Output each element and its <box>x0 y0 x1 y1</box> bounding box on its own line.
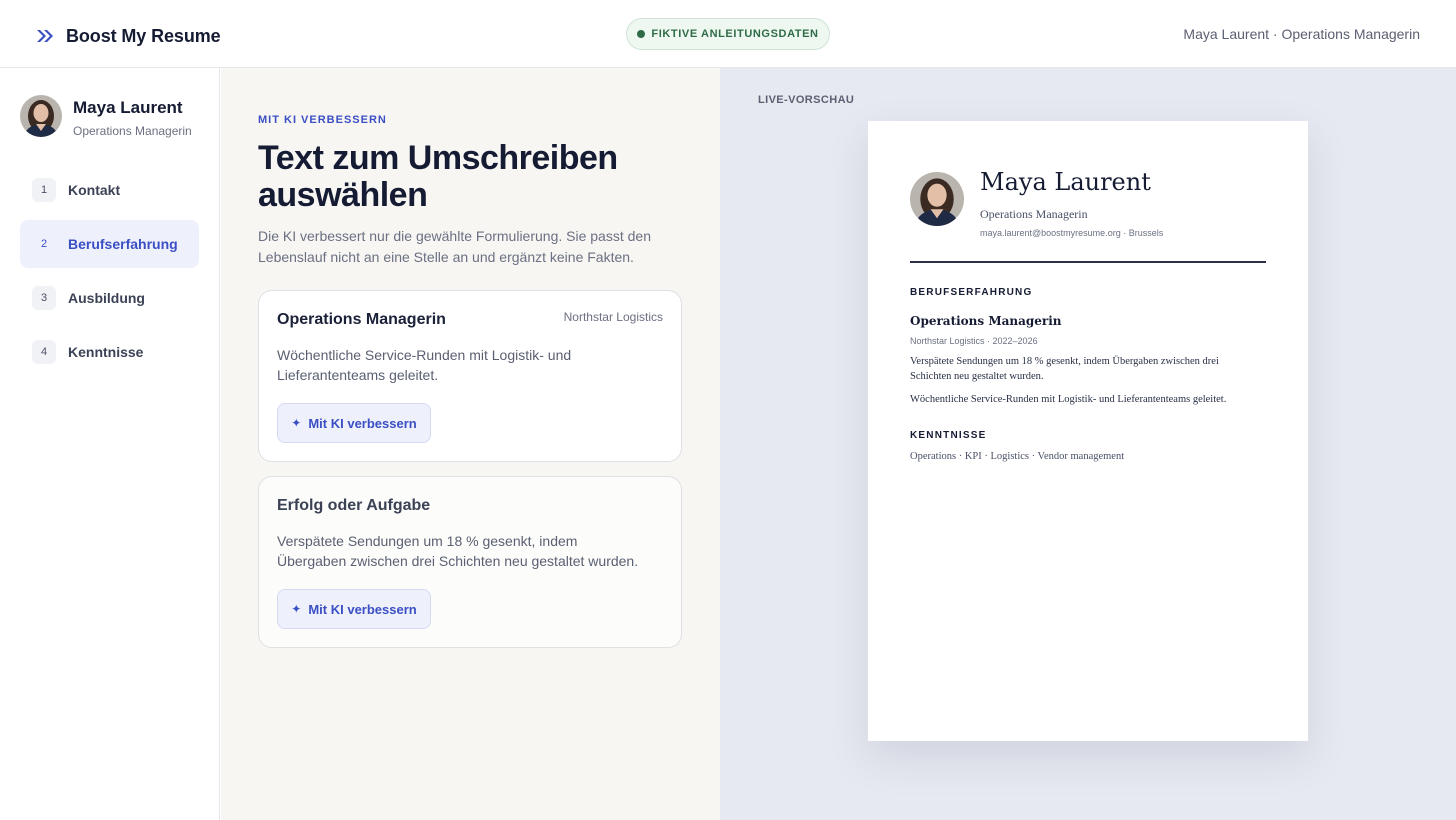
improve-with-ai-button[interactable]: ✦ Mit KI verbessern <box>277 589 431 629</box>
current-user: Maya Laurent · Operations Managerin <box>1183 26 1420 42</box>
step-number: 3 <box>32 286 56 310</box>
brand[interactable]: Boost My Resume <box>36 22 221 50</box>
step-ausbildung[interactable]: 3 Ausbildung <box>20 274 199 322</box>
preview-label: LIVE-VORSCHAU <box>758 94 855 106</box>
step-label: Kontakt <box>68 182 121 198</box>
resume-job-meta: Northstar Logistics · 2022–2026 <box>910 336 1038 346</box>
step-label: Kenntnisse <box>68 344 144 360</box>
resume-bullet: Wöchentliche Service-Runden mit Logistik… <box>910 394 1227 405</box>
step-number: 1 <box>32 178 56 202</box>
card-title: Operations Managerin <box>277 311 446 328</box>
brand-name: Boost My Resume <box>66 25 221 46</box>
text-card-role[interactable]: Operations Managerin Northstar Logistics… <box>258 290 682 462</box>
resume-preview: Maya Laurent Operations Managerin maya.l… <box>868 121 1308 741</box>
step-label: Berufserfahrung <box>68 236 178 252</box>
top-bar: Boost My Resume FIKTIVE ANLEITUNGSDATEN … <box>0 0 1456 68</box>
resume-name: Maya Laurent <box>980 168 1151 196</box>
sparkle-icon: ✦ <box>291 416 302 430</box>
improve-with-ai-button[interactable]: ✦ Mit KI verbessern <box>277 403 431 443</box>
step-nav: 1 Kontakt 2 Berufserfahrung 3 Ausbildung… <box>20 166 199 382</box>
double-chevron-right-icon <box>36 22 54 50</box>
resume-section-skills: KENNTNISSE <box>910 430 987 441</box>
section-eyebrow: MIT KI VERBESSERN <box>258 114 387 126</box>
card-text: Verspätete Sendungen um 18 % gesenkt, in… <box>277 533 639 569</box>
page-description: Die KI verbessert nur die gewählte Formu… <box>258 228 651 265</box>
live-preview-panel: LIVE-VORSCHAU Maya Laurent Operations Ma… <box>720 68 1456 820</box>
step-berufserfahrung[interactable]: 2 Berufserfahrung <box>20 220 199 268</box>
card-company: Northstar Logistics <box>563 310 663 324</box>
step-number: 4 <box>32 340 56 364</box>
sidebar: Maya Laurent Operations Managerin 1 Kont… <box>0 68 220 820</box>
button-label: Mit KI verbessern <box>308 415 417 431</box>
avatar <box>20 95 62 137</box>
card-text: Wöchentliche Service-Runden mit Logistik… <box>277 347 572 383</box>
step-number: 2 <box>32 232 56 256</box>
page-title: Text zum Umschreiben auswählen <box>258 139 618 214</box>
card-title: Erfolg oder Aufgabe <box>277 497 431 514</box>
status-dot-icon <box>637 30 646 38</box>
resume-skills: Operations · KPI · Logistics · Vendor ma… <box>910 451 1125 462</box>
resume-role: Operations Managerin <box>980 207 1088 221</box>
profile-name: Maya Laurent <box>73 98 183 117</box>
resume-contact: maya.laurent@boostmyresume.org · Brussel… <box>980 228 1164 238</box>
step-kenntnisse[interactable]: 4 Kenntnisse <box>20 328 199 376</box>
button-label: Mit KI verbessern <box>308 601 417 617</box>
profile-role: Operations Managerin <box>73 124 192 138</box>
demo-data-label: FIKTIVE ANLEITUNGSDATEN <box>651 28 819 40</box>
resume-divider <box>910 261 1266 263</box>
step-label: Ausbildung <box>68 290 145 306</box>
text-card-achievement[interactable]: Erfolg oder Aufgabe Verspätete Sendungen… <box>258 476 682 648</box>
step-kontakt[interactable]: 1 Kontakt <box>20 166 199 214</box>
sparkle-icon: ✦ <box>291 602 302 616</box>
editor-panel: MIT KI VERBESSERN Text zum Umschreiben a… <box>221 68 720 820</box>
resume-avatar <box>910 172 964 226</box>
resume-section-experience: BERUFSERFAHRUNG <box>910 287 1033 298</box>
demo-data-badge: FIKTIVE ANLEITUNGSDATEN <box>626 18 830 50</box>
profile: Maya Laurent Operations Managerin <box>20 95 192 138</box>
resume-job-title: Operations Managerin <box>910 314 1062 328</box>
resume-bullet: Verspätete Sendungen um 18 % gesenkt, in… <box>910 356 1219 382</box>
